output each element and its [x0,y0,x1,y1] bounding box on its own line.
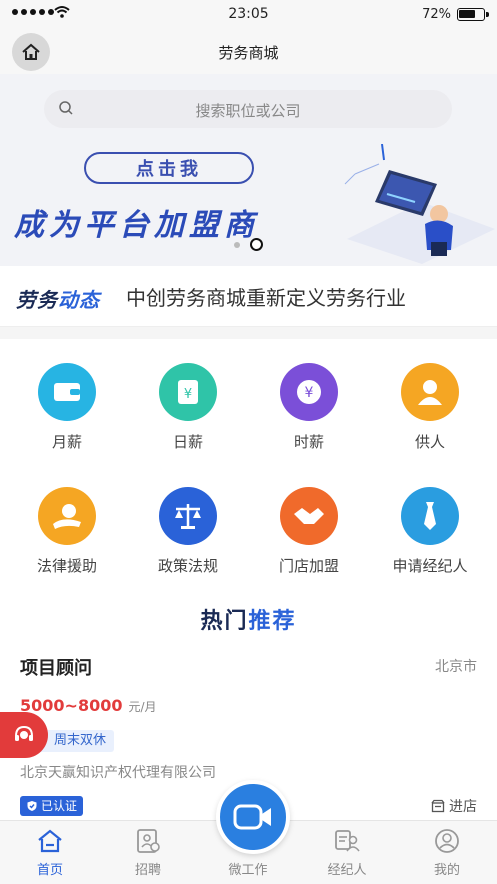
category-monthly-pay[interactable]: 月薪 [7,363,127,452]
tab-label: 首页 [36,863,63,878]
enter-store-link[interactable]: 进店 [431,796,477,816]
category-label: 申请经纪人 [392,557,468,575]
tab-home[interactable]: 首页 [10,827,90,878]
agent-icon [335,830,360,852]
category-policy[interactable]: 政策法规 [128,487,248,576]
banner-dot-active[interactable] [250,238,263,251]
banner-illustration [344,144,495,264]
svg-text:¥: ¥ [305,385,314,401]
news-ticker[interactable]: 劳务动态 中创劳务商城重新定义劳务行业 [0,266,497,327]
micro-work-center-button[interactable] [216,780,290,854]
job-salary: 5000~8000 元/月 [20,696,157,715]
shield-check-icon [27,801,37,811]
calendar-icon: ¥ [159,363,217,421]
category-legal-aid[interactable]: 法律援助 [7,487,127,576]
category-label: 日薪 [172,433,203,451]
verified-badge: 已认证 [20,796,84,816]
search-area: 搜索职位或公司 [0,74,497,144]
category-label: 时薪 [293,433,324,451]
category-label: 政策法规 [157,557,218,575]
tab-label: 招聘 [134,863,161,878]
section-divider [0,327,497,339]
section-title: 热门推荐 [200,609,297,634]
company-name: 北京天赢知识产权代理有限公司 [20,765,216,781]
wallet-icon [38,363,96,421]
banner-headline: 成为平台加盟商 [14,208,259,243]
hand-coin-icon [38,487,96,545]
banner-pagination[interactable] [234,238,263,251]
recruit-icon [137,829,160,853]
search-placeholder: 搜索职位或公司 [195,102,301,120]
scales-icon [159,487,217,545]
battery-percent: 72% [422,7,451,22]
profile-icon [435,829,459,853]
tab-label: 经纪人 [327,863,367,878]
person-icon [401,363,459,421]
tab-recruit[interactable]: 招聘 [108,827,188,878]
job-title[interactable]: 项目顾问 [20,654,92,680]
salary-unit: 元/月 [128,700,157,714]
yen-coin-icon: ¥ [280,363,338,421]
tab-label: 我的 [433,863,460,878]
category-grid: 月薪 ¥ 日薪 ¥ 时薪 供人 法律援助 政策法规 门店加盟 申请经纪人 [0,339,497,589]
category-hourly-pay[interactable]: ¥ 时薪 [249,363,369,452]
svg-text:¥: ¥ [184,387,192,402]
tab-mine[interactable]: 我的 [407,827,487,878]
banner-click-button[interactable]: 点击我 [84,152,254,184]
category-label: 月薪 [51,433,82,451]
news-logo: 劳务动态 [16,288,100,312]
category-label: 供人 [414,433,445,451]
category-label: 法律援助 [36,557,97,575]
handshake-icon [280,487,338,545]
banner-dot[interactable] [234,241,240,248]
job-city: 北京市 [435,659,477,675]
category-daily-pay[interactable]: ¥ 日薪 [128,363,248,452]
page-title: 劳务商城 [218,44,279,62]
category-label: 门店加盟 [278,557,339,575]
status-bar: 23:05 72% [0,0,497,30]
battery-icon [457,8,489,21]
tie-icon [401,487,459,545]
news-headline[interactable]: 中创劳务商城重新定义劳务行业 [126,282,406,311]
tab-label: 微工作 [228,863,268,878]
headset-icon [15,725,33,741]
search-input[interactable]: 搜索职位或公司 [44,90,452,128]
customer-service-button[interactable] [0,712,48,758]
video-camera-icon [233,804,271,830]
tab-agent[interactable]: 经纪人 [307,827,387,878]
category-supply-workers[interactable]: 供人 [370,363,490,452]
promo-banner[interactable]: 点击我 成为平台加盟商 [0,144,497,266]
category-apply-agent[interactable]: 申请经纪人 [370,487,490,576]
nav-bar: 劳务商城 [0,30,497,74]
store-icon [431,799,445,813]
category-franchise[interactable]: 门店加盟 [249,487,369,576]
home-icon [38,829,62,853]
